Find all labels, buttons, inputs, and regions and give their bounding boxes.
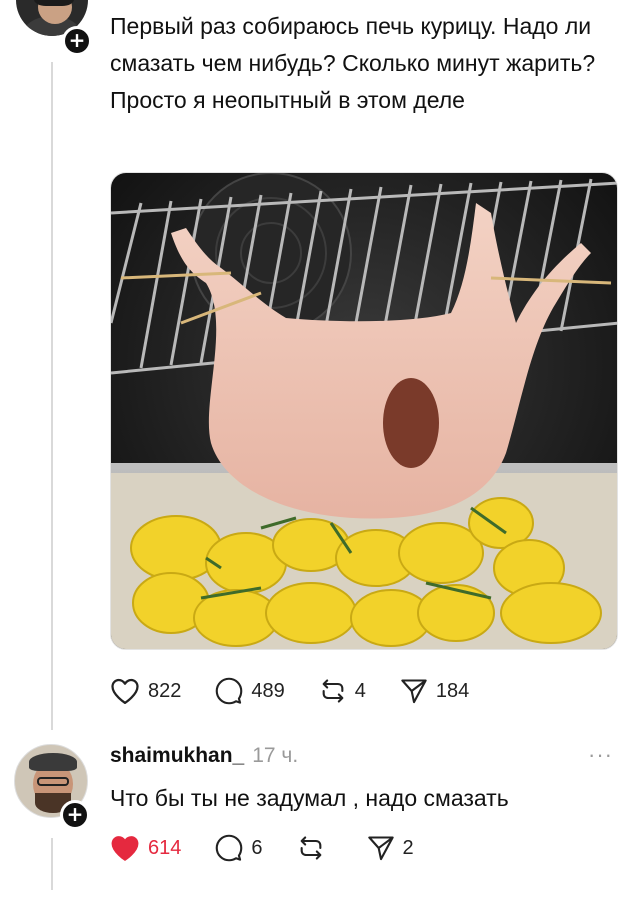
share-icon [401, 679, 427, 704]
avatar-hair [34, 0, 74, 6]
share-button[interactable]: 2 [367, 834, 414, 862]
repost-icon [322, 679, 344, 703]
repost-count: 4 [354, 679, 366, 702]
follow-plus-icon[interactable]: + [60, 800, 90, 830]
heart-icon [111, 678, 139, 704]
share-button[interactable]: 184 [400, 677, 469, 705]
avatar-glasses [37, 777, 69, 786]
heart-filled-icon [111, 836, 139, 861]
post-image[interactable] [110, 172, 618, 650]
reply-header: shaimukhan_ 17 ч. [110, 742, 298, 770]
like-button[interactable]: 822 [110, 677, 181, 705]
post-actions: 822 489 4 184 [110, 677, 503, 705]
like-count: 822 [148, 679, 182, 702]
comment-button[interactable]: 489 [215, 677, 285, 705]
timestamp: 17 ч. [252, 744, 299, 767]
comment-icon [216, 834, 243, 862]
more-options-icon[interactable]: ··· [588, 742, 613, 768]
comment-icon [216, 677, 243, 705]
repost-button[interactable] [297, 834, 333, 862]
repost-button[interactable]: 4 [319, 677, 366, 705]
chicken-oven-photo [111, 173, 617, 649]
comment-count: 489 [251, 679, 285, 702]
reply-text: Что бы ты не задумал , надо смазать [110, 785, 509, 811]
reply-actions: 614 6 2 [110, 834, 448, 862]
thread-line [51, 838, 53, 890]
like-count: 614 [148, 836, 182, 859]
post-text: Первый раз собираюсь печь курицу. Надо л… [110, 13, 596, 113]
share-icon [367, 836, 394, 861]
follow-plus-icon[interactable]: + [62, 26, 92, 56]
thread-line [51, 62, 53, 730]
share-count: 2 [402, 836, 414, 859]
username[interactable]: shaimukhan_ [110, 744, 244, 767]
share-count: 184 [435, 679, 470, 702]
like-button[interactable]: 614 [110, 834, 181, 862]
comment-count: 6 [251, 836, 263, 859]
repost-icon [300, 836, 321, 860]
comment-button[interactable]: 6 [215, 834, 263, 862]
avatar-cap [29, 753, 77, 771]
